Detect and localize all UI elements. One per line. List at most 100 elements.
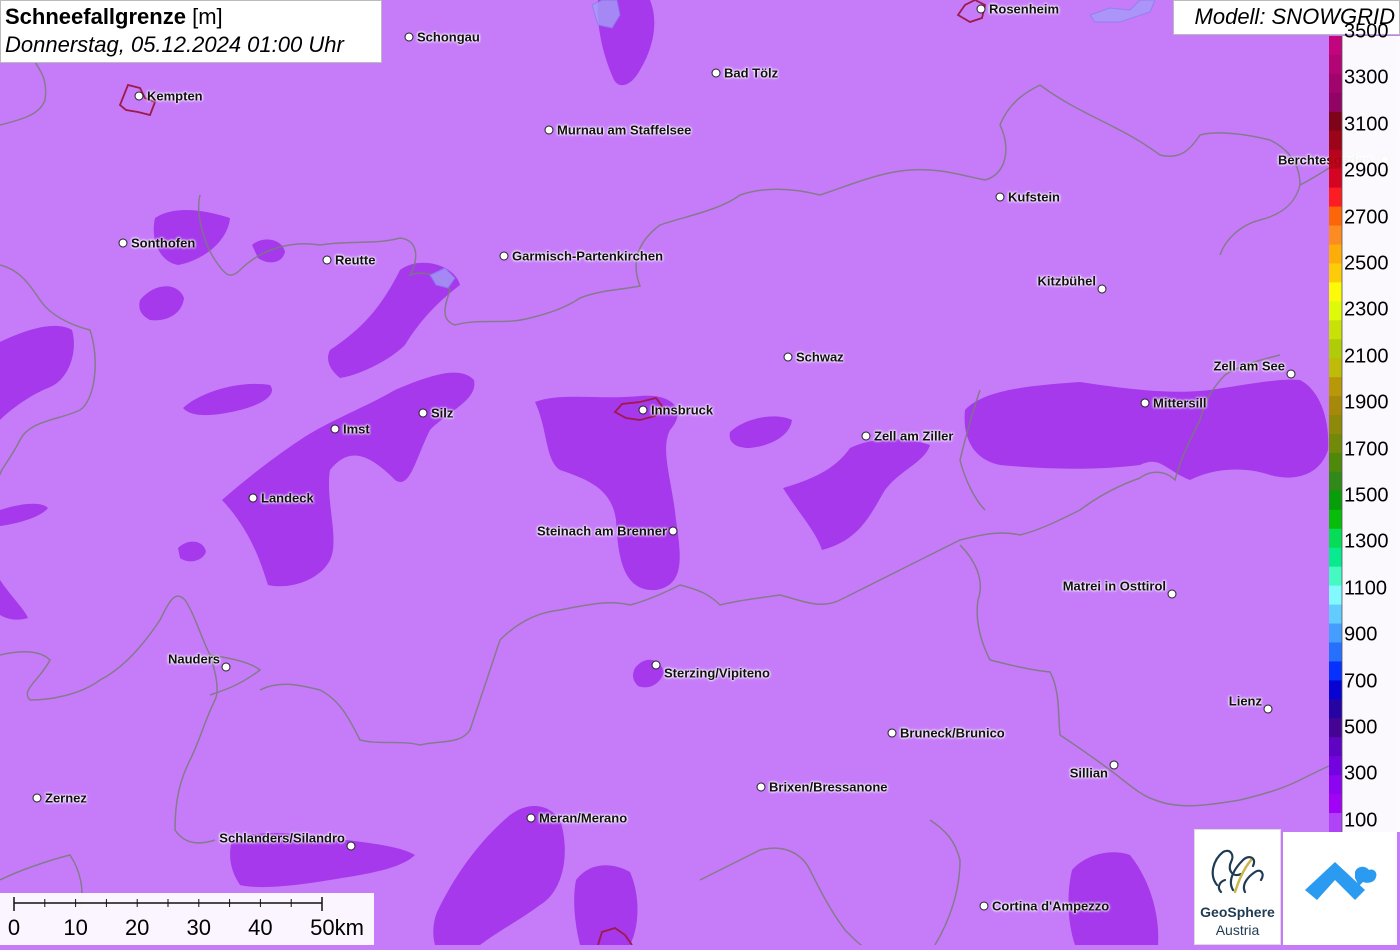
city-marker-reutte[interactable] [322,255,332,265]
legend-swatch [1329,92,1342,113]
legend-swatch [1329,130,1342,151]
geosphere-icon [1211,849,1264,894]
city-marker-schlanders[interactable] [346,841,356,851]
legend-label: 2700 [1344,206,1389,229]
city-marker-landeck[interactable] [248,493,258,503]
city-label-kitzbuehel: Kitzbühel [1037,273,1097,289]
city-marker-bruneck[interactable] [887,728,897,738]
legend-swatch [1329,547,1342,568]
city-marker-kufstein[interactable] [995,192,1005,202]
legend-swatch [1329,528,1342,549]
legend-label: 1100 [1344,577,1388,600]
city-marker-silz[interactable] [418,408,428,418]
geosphere-logo[interactable]: GeoSphere Austria [1194,829,1281,945]
city-marker-cortina[interactable] [979,901,989,911]
legend-swatch [1329,471,1342,492]
city-label-silz: Silz [431,405,454,421]
legend-swatch [1329,36,1342,56]
city-marker-brixen[interactable] [756,782,766,792]
city-label-landeck: Landeck [261,490,314,506]
legend-swatch [1329,699,1342,719]
legend-swatch [1329,566,1342,587]
legend-swatch [1329,225,1342,245]
title-unit: [m] [192,4,223,29]
city-label-nauders: Nauders [167,651,220,667]
legend-swatch [1329,661,1342,681]
city-label-kufstein: Kufstein [1008,189,1060,205]
city-label-murnau: Murnau am Staffelsee [557,122,692,138]
legend-label: 2500 [1344,252,1389,275]
city-marker-schongau[interactable] [404,32,414,42]
legend-swatch [1329,358,1342,378]
title-datetime: Donnerstag, 05.12.2024 01:00 Uhr [5,32,344,57]
geosphere-sub: Austria [1215,922,1260,938]
city-marker-rosenheim[interactable] [976,4,986,14]
city-marker-zell-am-ziller[interactable] [861,431,871,441]
city-marker-lienz[interactable] [1263,704,1273,714]
legend-label: 500 [1344,716,1378,739]
title-panel: Schneefallgrenze [m] Donnerstag, 05.12.2… [0,0,382,63]
legend-label: 1900 [1344,391,1389,414]
city-marker-imst[interactable] [330,424,340,434]
city-marker-nauders[interactable] [221,662,231,672]
map-canvas[interactable] [0,0,1400,945]
city-marker-steinach[interactable] [668,526,678,536]
city-label-schwaz: Schwaz [796,349,844,365]
legend-swatch [1329,244,1342,264]
city-marker-matrei[interactable] [1167,589,1177,599]
legend-swatch [1329,168,1342,189]
legend-label: 3500 [1344,20,1389,43]
city-marker-garmisch[interactable] [499,251,509,261]
legend-label: 900 [1344,623,1378,646]
city-label-zernez: Zernez [45,790,87,806]
scale-label: 10 [63,915,88,940]
city-label-innsbruck: Innsbruck [651,402,714,418]
legend-swatch [1329,206,1342,227]
city-marker-sillian[interactable] [1109,760,1119,770]
legend-swatch [1329,756,1342,776]
legend-swatch [1329,813,1342,832]
legend-swatch [1329,794,1342,814]
city-label-cortina: Cortina d'Ampezzo [992,898,1110,914]
legend-swatch [1329,623,1342,643]
legend-label: 2100 [1344,345,1389,368]
city-label-imst: Imst [343,421,370,437]
city-marker-innsbruck[interactable] [638,405,648,415]
city-marker-sonthofen[interactable] [118,238,128,248]
scale-label: 30 [186,915,212,940]
city-marker-sterzing[interactable] [651,660,661,670]
color-legend [1329,36,1400,832]
city-marker-mittersill[interactable] [1140,398,1150,408]
city-label-sterzing: Sterzing/Vipiteno [664,665,770,681]
city-label-garmisch: Garmisch-Partenkirchen [512,248,664,264]
city-label-bruneck: Bruneck/Brunico [900,725,1005,741]
scale-label: 20 [124,915,150,940]
legend-label: 700 [1344,670,1378,693]
zone-eisack [574,865,638,945]
snowgrid-logo[interactable] [1283,832,1397,945]
title-name: Schneefallgrenze [5,4,186,29]
snow-mountain-icon [1305,862,1377,900]
map-title: Schneefallgrenze [m] [5,3,377,31]
city-label-rosenheim: Rosenheim [989,1,1060,17]
scale-label: 0 [7,915,21,940]
legend-swatch [1329,718,1342,738]
legend-label: 1700 [1344,438,1389,461]
city-label-meran: Meran/Merano [539,810,628,826]
city-marker-meran[interactable] [526,813,536,823]
city-marker-murnau[interactable] [544,125,554,135]
city-marker-bad-toelz[interactable] [711,68,721,78]
legend-swatch [1329,282,1342,302]
legend-swatch [1329,642,1342,662]
city-label-zell-am-ziller: Zell am Ziller [874,428,954,444]
city-label-lienz: Lienz [1228,693,1262,709]
city-marker-kempten[interactable] [134,91,144,101]
city-marker-schwaz[interactable] [783,352,793,362]
legend-swatch [1329,73,1342,94]
city-label-schlanders: Schlanders/Silandro [219,830,345,846]
city-marker-zernez[interactable] [32,793,42,803]
legend-swatch [1329,377,1342,397]
city-marker-kitzbuehel[interactable] [1097,284,1107,294]
scale-label: 40 [248,915,273,940]
city-marker-zell-am-see[interactable] [1286,369,1296,379]
